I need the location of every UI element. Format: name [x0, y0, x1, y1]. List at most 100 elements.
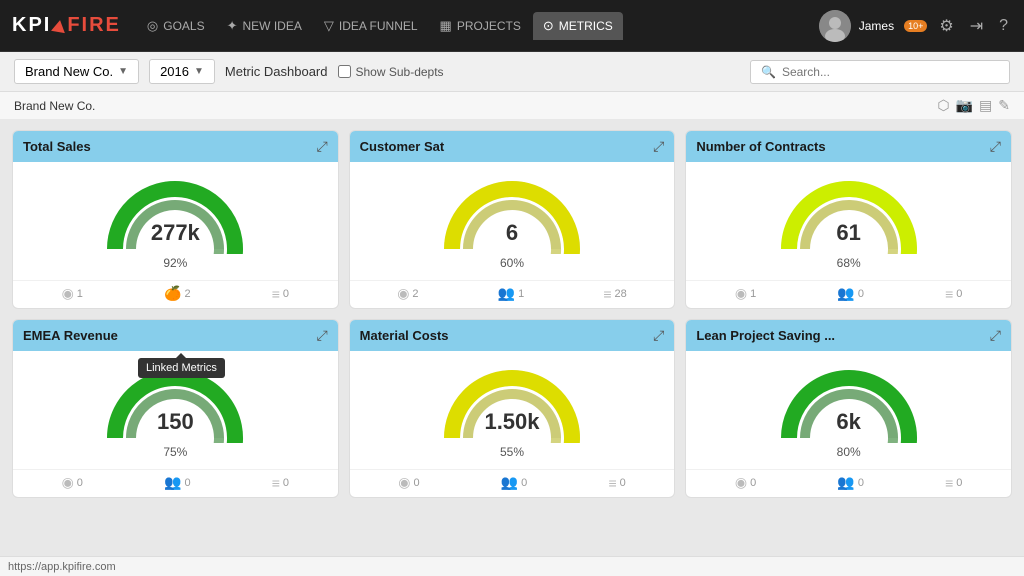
card-expand-icon-1[interactable]: ⤢	[653, 138, 664, 155]
help-icon[interactable]: ?	[995, 13, 1012, 39]
cards-grid: Total Sales ⤢ 277k 92% ◉ 1 🍊 2	[12, 130, 1012, 498]
search-box[interactable]: 🔍	[750, 60, 1010, 84]
card-body-1: 6 60%	[350, 162, 675, 280]
breadcrumb: Brand New Co.	[14, 99, 95, 113]
footer-count-3-1: 0	[184, 477, 190, 489]
idea-icon: ✦	[227, 18, 238, 34]
card-title-1: Customer Sat	[360, 139, 445, 154]
card-footer-3: ◉ 0 👥 0 ≡ 0	[13, 469, 338, 497]
nav-new-idea[interactable]: ✦ NEW IDEA	[217, 12, 312, 40]
footer-item-1-2[interactable]: ≡ 28	[603, 285, 626, 302]
card-body-5: 6k 80%	[686, 351, 1011, 469]
footer-icon-2-1: 👥	[837, 285, 854, 302]
card-body-4: 1.50k 55%	[350, 351, 675, 469]
gauge-percent-0: 92%	[163, 256, 187, 270]
footer-item-4-0[interactable]: ◉ 0	[398, 474, 419, 491]
footer-item-3-1[interactable]: 👥 0	[164, 474, 191, 491]
nav-projects[interactable]: ▦ PROJECTS	[430, 12, 531, 40]
share-icon[interactable]: ⬡	[937, 97, 949, 114]
card-footer-0: ◉ 1 🍊 2 ≡ 0	[13, 280, 338, 308]
card-body-2: 61 68%	[686, 162, 1011, 280]
footer-item-2-2[interactable]: ≡ 0	[945, 285, 962, 302]
projects-icon: ▦	[440, 18, 452, 34]
card-header-0: Total Sales ⤢	[13, 131, 338, 162]
card-title-4: Material Costs	[360, 328, 449, 343]
footer-count-0-1: 2	[184, 288, 190, 300]
footer-item-3-2[interactable]: ≡ 0	[272, 474, 289, 491]
card-title-5: Lean Project Saving ...	[696, 328, 835, 343]
footer-icon-1-0: ◉	[397, 285, 409, 302]
card-expand-icon-2[interactable]: ⤢	[990, 138, 1001, 155]
nav-metrics[interactable]: ⊙ METRICS	[533, 12, 623, 40]
footer-item-5-0[interactable]: ◉ 0	[735, 474, 756, 491]
camera-icon[interactable]: 📷	[956, 97, 973, 114]
top-navigation: KPI FIRE ◎ GOALS ✦ NEW IDEA ▽ IDEA FUNNE…	[0, 0, 1024, 52]
footer-item-1-1[interactable]: 👥 1	[498, 285, 525, 302]
gauge-percent-1: 60%	[500, 256, 524, 270]
card-header-5: Lean Project Saving ... ⤢	[686, 320, 1011, 351]
footer-item-4-2[interactable]: ≡ 0	[608, 474, 625, 491]
footer-count-2-0: 1	[750, 288, 756, 300]
goals-icon: ◎	[147, 18, 158, 34]
gauge-value-4: 1.50k	[484, 409, 539, 435]
footer-icon-3-1: 👥	[164, 474, 181, 491]
metric-card-0: Total Sales ⤢ 277k 92% ◉ 1 🍊 2	[12, 130, 339, 309]
footer-count-5-1: 0	[858, 477, 864, 489]
footer-item-4-1[interactable]: 👥 0	[501, 474, 528, 491]
show-subdepts-checkbox[interactable]	[338, 65, 351, 78]
card-expand-icon-5[interactable]: ⤢	[990, 327, 1001, 344]
gauge-value-0: 277k	[151, 220, 200, 246]
search-input[interactable]	[782, 65, 982, 79]
card-expand-icon-0[interactable]: ⤢	[316, 138, 327, 155]
company-dropdown[interactable]: Brand New Co. ▼	[14, 59, 139, 84]
footer-icon-3-0: ◉	[62, 474, 74, 491]
footer-item-0-0[interactable]: ◉ 1	[62, 285, 83, 302]
gauge-percent-3: 75%	[163, 445, 187, 459]
gauge-5: 6k	[774, 363, 924, 443]
dashboard-label: Metric Dashboard	[225, 64, 328, 79]
nav-new-idea-label: NEW IDEA	[243, 19, 302, 33]
show-subdepts-toggle[interactable]: Show Sub-depts	[338, 65, 444, 79]
gauge-percent-4: 55%	[500, 445, 524, 459]
gauge-value-1: 6	[506, 220, 518, 246]
card-footer-5: ◉ 0 👥 0 ≡ 0	[686, 469, 1011, 497]
table-icon[interactable]: ▤	[979, 97, 992, 114]
footer-item-1-0[interactable]: ◉ 2	[397, 285, 418, 302]
gauge-value-5: 6k	[836, 409, 860, 435]
footer-item-5-1[interactable]: 👥 0	[837, 474, 864, 491]
gauge-1: 6	[437, 174, 587, 254]
footer-icon-5-1: 👥	[837, 474, 854, 491]
card-expand-icon-3[interactable]: ⤢	[316, 327, 327, 344]
edit-icon[interactable]: ✎	[998, 97, 1010, 114]
footer-item-0-2[interactable]: ≡ 0	[272, 285, 289, 302]
footer-count-0-0: 1	[77, 288, 83, 300]
gauge-0: 277k	[100, 174, 250, 254]
footer-icon-2-0: ◉	[735, 285, 747, 302]
footer-icon-1-2: ≡	[603, 286, 611, 302]
card-title-2: Number of Contracts	[696, 139, 825, 154]
settings-icon[interactable]: ⚙	[935, 12, 957, 40]
breadcrumb-bar: Brand New Co. ⬡ 📷 ▤ ✎	[0, 92, 1024, 120]
gauge-percent-5: 80%	[837, 445, 861, 459]
card-expand-icon-4[interactable]: ⤢	[653, 327, 664, 344]
footer-item-0-1[interactable]: 🍊 2	[164, 285, 191, 302]
avatar	[819, 10, 851, 42]
nav-idea-funnel[interactable]: ▽ IDEA FUNNEL	[314, 12, 428, 40]
footer-count-3-0: 0	[77, 477, 83, 489]
logo-text: KPI	[12, 14, 51, 37]
footer-count-5-2: 0	[956, 477, 962, 489]
card-header-3: EMEA Revenue ⤢	[13, 320, 338, 351]
footer-icon-5-0: ◉	[735, 474, 747, 491]
footer-count-1-2: 28	[615, 288, 627, 300]
year-label: 2016	[160, 64, 189, 79]
footer-icon-0-0: ◉	[62, 285, 74, 302]
footer-count-1-0: 2	[412, 288, 418, 300]
card-title-3: EMEA Revenue	[23, 328, 118, 343]
footer-item-2-1[interactable]: 👥 0	[837, 285, 864, 302]
nav-goals[interactable]: ◎ GOALS	[137, 12, 215, 40]
footer-item-3-0[interactable]: ◉ 0	[62, 474, 83, 491]
logout-icon[interactable]: ⇥	[966, 12, 987, 40]
footer-item-5-2[interactable]: ≡ 0	[945, 474, 962, 491]
footer-item-2-0[interactable]: ◉ 1	[735, 285, 756, 302]
year-dropdown[interactable]: 2016 ▼	[149, 59, 215, 84]
